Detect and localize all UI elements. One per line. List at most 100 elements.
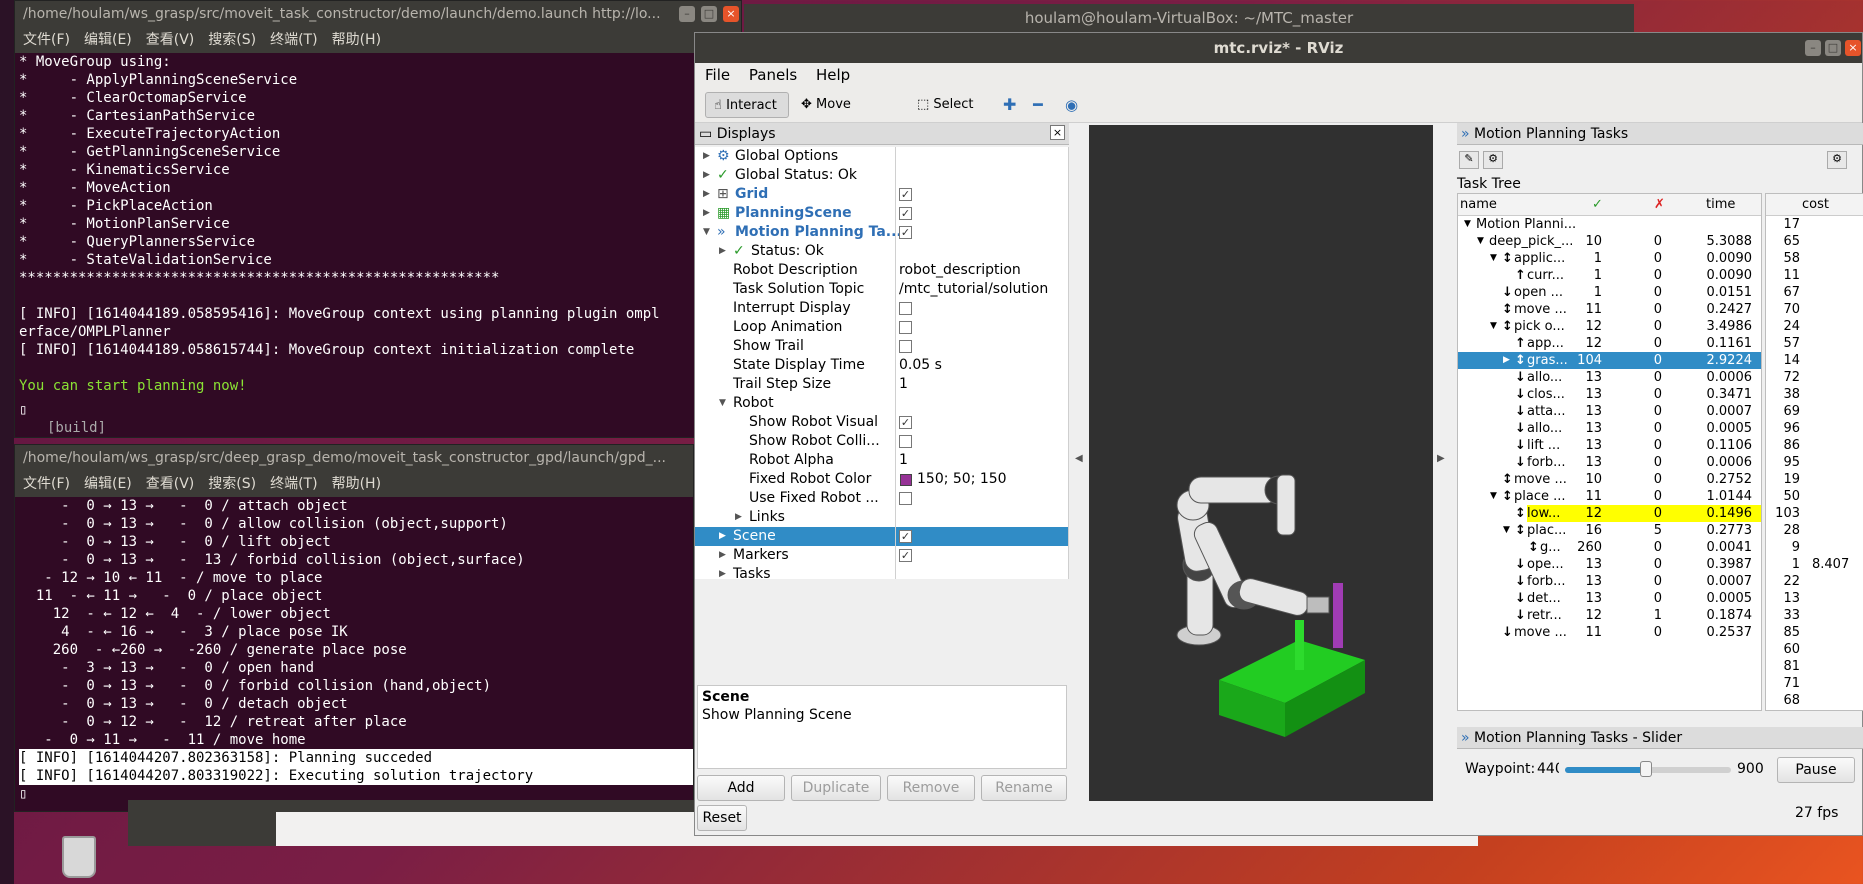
cost-row[interactable]: 71 [1766,675,1863,692]
display-row[interactable]: Interrupt Display [695,299,1068,318]
remove-tool-icon[interactable]: ━ [1025,92,1051,118]
task-row[interactable]: ↕ move ... 11 0 0.2427 [1458,301,1761,318]
cost-row[interactable]: 19 [1766,471,1863,488]
display-value[interactable]: 1 [899,451,908,470]
expand-arrow-icon[interactable]: ▼ [1503,522,1510,539]
cost-row[interactable]: 70 [1766,301,1863,318]
collapse-left-icon[interactable]: ◀ [1075,453,1083,464]
cost-row[interactable]: 33 [1766,607,1863,624]
task-row[interactable]: ▶ ↕ gras... 104 0 2.9224 [1458,352,1761,369]
terminal-menu-item[interactable]: 查看(V) [146,32,195,48]
expand-arrow-icon[interactable]: ▶ [719,242,726,261]
terminal-menu-item[interactable]: 搜索(S) [208,32,256,48]
terminal-menu-item[interactable]: 帮助(H) [332,476,381,492]
cost-row[interactable]: 22 [1766,573,1863,590]
display-checkbox[interactable]: ✓ [899,188,912,201]
task-row[interactable]: ↕ low... 12 0 0.1496 [1458,505,1761,522]
display-row[interactable]: ▶ Links [695,508,1068,527]
task-row[interactable]: ↓ open ... 1 0 0.0151 [1458,284,1761,301]
select-button[interactable]: ⬚ Select [909,92,985,118]
cost-row[interactable]: 67 [1766,284,1863,301]
task-row[interactable]: ▼ ↕ pick o... 12 0 3.4986 [1458,318,1761,335]
display-row[interactable]: ▶ ✓ Status: Ok [695,242,1068,261]
task-row[interactable]: ▼ deep_pick_... 10 0 5.3088 [1458,233,1761,250]
add-tool-icon[interactable]: ✚ [995,92,1024,118]
display-row[interactable]: Robot Alpha 1 [695,451,1068,470]
display-checkbox[interactable]: ✓ [899,416,912,429]
display-checkbox[interactable]: ✓ [899,530,912,543]
trash-icon[interactable] [62,836,96,878]
rviz-window[interactable]: mtc.rviz* - RViz – □ × File Panels Help … [694,32,1863,836]
color-swatch[interactable] [900,474,912,486]
rename-button[interactable]: Rename [981,775,1067,801]
terminal-menu-item[interactable]: 查看(V) [146,476,195,492]
task-row[interactable]: ▼ ↕ plac... 16 5 0.2773 [1458,522,1761,539]
display-row[interactable]: Trail Step Size 1 [695,375,1068,394]
display-checkbox[interactable] [899,492,912,505]
task-row[interactable]: ↓ retr... 12 1 0.1874 [1458,607,1761,624]
col-fail[interactable]: ✗ [1654,194,1665,216]
col-name[interactable]: name [1460,194,1497,216]
display-row[interactable]: Fixed Robot Color 150; 50; 150 [695,470,1068,489]
col-cost[interactable]: cost [1802,194,1829,216]
terminal-menu-item[interactable]: 文件(F) [23,32,70,48]
collapse-right-icon[interactable]: ▶ [1437,453,1445,464]
mpt-tool-2-icon[interactable]: ⚙ [1483,151,1503,169]
display-checkbox[interactable]: ✓ [899,207,912,220]
3d-viewport[interactable] [1089,125,1433,801]
cost-row[interactable]: 57 [1766,335,1863,352]
display-checkbox[interactable] [899,302,912,315]
expand-arrow-icon[interactable]: ▼ [1477,233,1484,250]
task-row[interactable]: ↓ lift ... 13 0 0.1106 [1458,437,1761,454]
waypoint-slider[interactable] [1565,761,1731,777]
display-row[interactable]: Use Fixed Robot ... [695,489,1068,508]
close-icon[interactable]: × [723,6,739,22]
add-button[interactable]: Add [697,775,785,801]
col-ok[interactable]: ✓ [1592,194,1603,216]
terminal-menu-item[interactable]: 帮助(H) [332,32,381,48]
task-row[interactable]: ↓ move ... 11 0 0.2537 [1458,624,1761,641]
terminal-1-output[interactable]: * MoveGroup using: * - ApplyPlanningScene… [15,53,741,437]
display-value[interactable]: /mtc_tutorial/solution [899,280,1048,299]
display-row[interactable]: Show Robot Colli... [695,432,1068,451]
task-row[interactable]: ↓ det... 13 0 0.0005 [1458,590,1761,607]
terminal-menu-item[interactable]: 搜索(S) [208,476,256,492]
display-row[interactable]: ▶ ⚙ Global Options [695,147,1068,166]
expand-arrow-icon[interactable]: ▶ [703,147,710,166]
display-row[interactable]: ▶ Scene ✓ [695,527,1068,546]
expand-arrow-icon[interactable]: ▶ [719,527,726,546]
task-row[interactable]: ↕ move ... 10 0 0.2752 [1458,471,1761,488]
expand-arrow-icon[interactable]: ▶ [703,166,710,185]
maximize-icon[interactable]: □ [1825,40,1841,56]
task-row[interactable]: ↓ ope... 13 0 0.3987 [1458,556,1761,573]
cost-row[interactable]: 96 [1766,420,1863,437]
display-row[interactable]: ▶ Markers ✓ [695,546,1068,565]
task-row[interactable]: ▼ Motion Planni... [1458,216,1761,233]
display-row[interactable]: ▶ ✓ Global Status: Ok [695,166,1068,185]
terminal-menu-item[interactable]: 终端(T) [270,476,317,492]
move-camera-button[interactable]: ✥ Move Camera [793,92,903,138]
cost-row[interactable]: 85 [1766,624,1863,641]
display-row[interactable]: Robot Description robot_description [695,261,1068,280]
expand-arrow-icon[interactable]: ▼ [703,223,710,242]
cost-row[interactable]: 1 8.407 [1766,556,1863,573]
terminal-menu-item[interactable]: 编辑(E) [84,32,132,48]
terminal-menu-item[interactable]: 终端(T) [270,32,317,48]
display-value[interactable]: 150; 50; 150 [917,470,1007,489]
display-row[interactable]: ▼ » Motion Planning Ta... ✓ [695,223,1068,242]
cost-row[interactable]: 38 [1766,386,1863,403]
cost-row[interactable]: 9 [1766,539,1863,556]
task-row[interactable]: ↑ app... 12 0 0.1161 [1458,335,1761,352]
terminal-2-output[interactable]: - 0 → 13 → - 0 / attach object - 0 → 13 … [15,497,693,809]
display-value[interactable]: 1 [899,375,908,394]
task-row[interactable]: ▼ ↕ applic... 1 0 0.0090 [1458,250,1761,267]
maximize-icon[interactable]: □ [701,6,717,22]
expand-arrow-icon[interactable]: ▼ [1464,216,1471,233]
display-value[interactable]: 0.05 s [899,356,942,375]
display-row[interactable]: ▶ ▦ PlanningScene ✓ [695,204,1068,223]
task-row[interactable]: ↓ forb... 13 0 0.0007 [1458,573,1761,590]
cost-row[interactable]: 24 [1766,318,1863,335]
expand-arrow-icon[interactable]: ▼ [719,394,726,413]
cost-row[interactable]: 13 [1766,590,1863,607]
close-panel-icon[interactable]: × [1050,125,1065,140]
